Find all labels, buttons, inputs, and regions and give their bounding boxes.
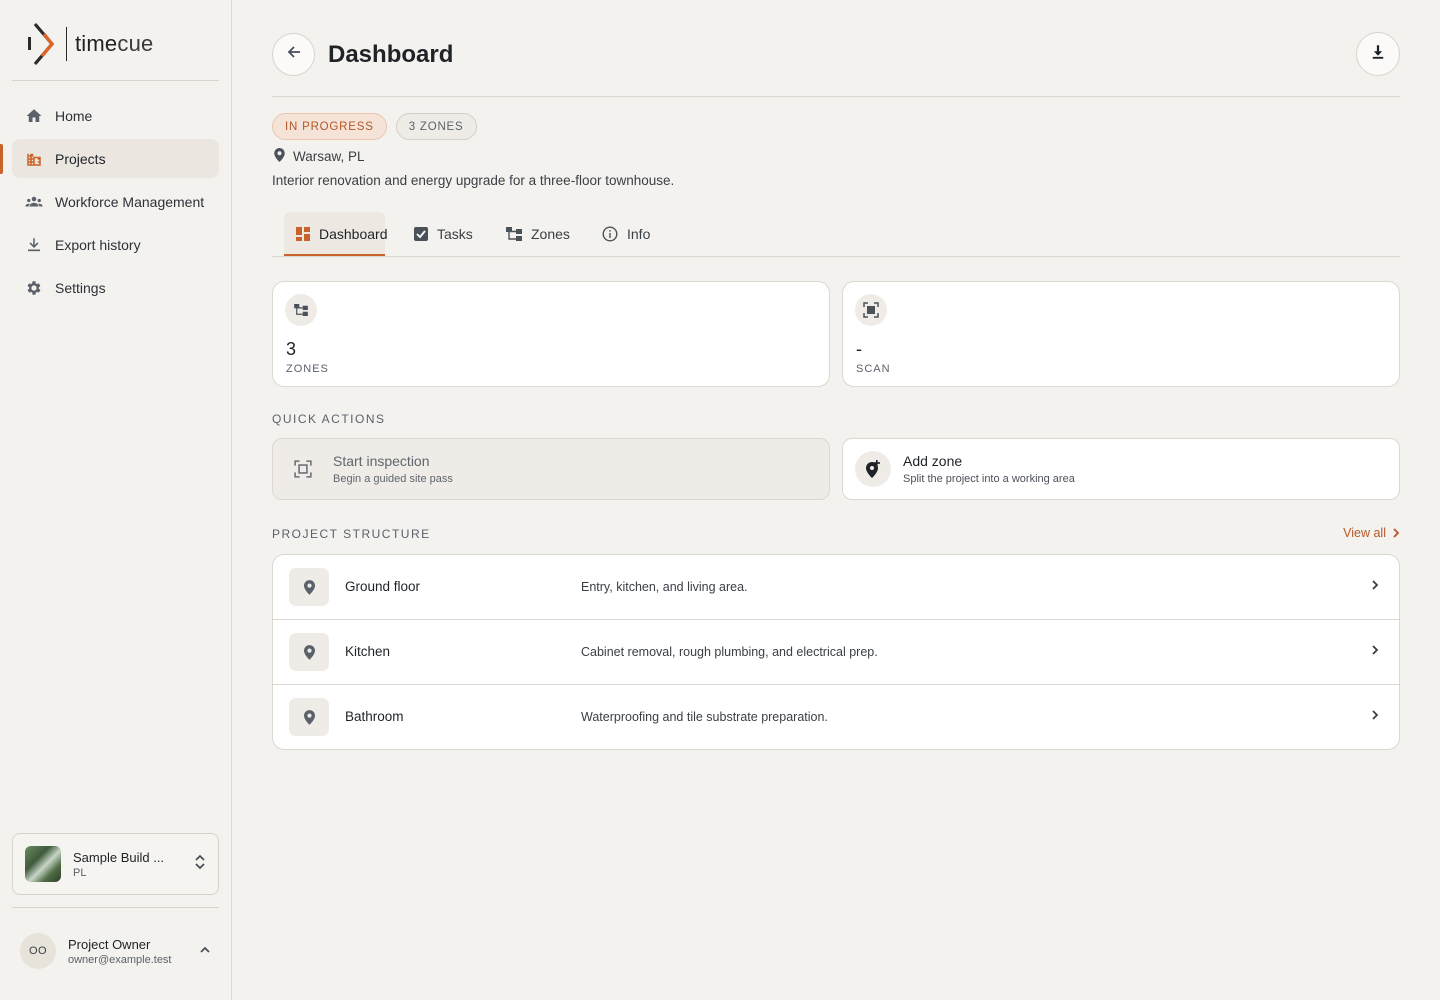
user-menu[interactable]: OO Project Owner owner@example.test — [12, 920, 219, 982]
zones-count-badge: 3 ZONES — [395, 113, 477, 140]
info-icon — [602, 226, 618, 242]
project-location: Warsaw, PL — [274, 148, 365, 165]
logo-divider — [66, 27, 67, 61]
location-text: Warsaw, PL — [293, 149, 365, 164]
tab-zones[interactable]: Zones — [494, 212, 582, 256]
view-all-link[interactable]: View all — [1343, 526, 1400, 540]
home-icon — [24, 106, 44, 126]
page-title: Dashboard — [328, 41, 454, 68]
tab-dashboard[interactable]: Dashboard — [284, 212, 388, 256]
tab-label: Zones — [531, 226, 570, 242]
project-switcher-name: Sample Build ... — [73, 849, 165, 865]
sidebar-item-label: Export history — [55, 236, 141, 253]
tab-info[interactable]: Info — [590, 212, 662, 256]
avatar: OO — [20, 933, 56, 969]
arrow-left-icon — [286, 44, 302, 65]
page-header: Dashboard — [272, 32, 1400, 76]
status-badge: IN PROGRESS — [272, 113, 387, 140]
view-all-label: View all — [1343, 526, 1386, 540]
active-nav-marker — [0, 144, 3, 174]
start-inspection-button[interactable]: Start inspection Begin a guided site pas… — [272, 438, 830, 500]
zone-description: Cabinet removal, rough plumbing, and ele… — [581, 645, 878, 659]
chevron-right-icon — [1371, 579, 1379, 591]
sidebar-divider-bottom — [12, 907, 219, 908]
stat-value: - — [856, 339, 862, 359]
sidebar-divider — [12, 80, 219, 81]
location-pin-icon — [289, 633, 329, 671]
chevron-up-down-icon — [194, 853, 206, 876]
stat-label: ZONES — [286, 363, 329, 375]
buildings-icon — [24, 149, 44, 169]
download-icon — [24, 235, 44, 255]
sidebar-item-settings[interactable]: Settings — [12, 268, 219, 307]
project-switcher[interactable]: Sample Build ... PL — [12, 833, 219, 895]
gear-icon — [24, 278, 44, 298]
zone-name: Ground floor — [345, 579, 421, 594]
app-logo[interactable]: timecue — [26, 22, 153, 66]
zone-name: Bathroom — [345, 709, 404, 724]
chevron-up-icon — [199, 942, 211, 960]
stat-label: SCAN — [856, 363, 891, 375]
stat-card-zones: 3 ZONES — [272, 281, 830, 387]
sidebar-item-label: Workforce Management — [55, 193, 205, 210]
logo-mark-icon — [28, 22, 55, 66]
sidebar: timecue Home Projects Workforce Manageme… — [0, 0, 232, 1000]
zone-row-kitchen[interactable]: Kitchen Cabinet removal, rough plumbing,… — [273, 620, 1399, 685]
tab-label: Info — [627, 226, 651, 242]
sidebar-item-home[interactable]: Home — [12, 96, 219, 135]
zone-description: Waterproofing and tile substrate prepara… — [581, 710, 828, 724]
action-subtitle: Split the project into a working area — [903, 473, 1075, 485]
sidebar-item-projects[interactable]: Projects — [12, 139, 219, 178]
sidebar-item-label: Projects — [55, 150, 106, 167]
project-badges: IN PROGRESS 3 ZONES — [272, 113, 477, 140]
zone-row-bathroom[interactable]: Bathroom Waterproofing and tile substrat… — [273, 685, 1399, 749]
tab-tasks[interactable]: Tasks — [402, 212, 485, 256]
project-thumbnail — [25, 846, 61, 882]
zone-list: Ground floor Entry, kitchen, and living … — [272, 554, 1400, 750]
sidebar-item-label: Settings — [55, 279, 106, 296]
download-button[interactable] — [1356, 32, 1400, 76]
zone-description: Entry, kitchen, and living area. — [581, 580, 748, 594]
add-zone-button[interactable]: Add zone Split the project into a workin… — [842, 438, 1400, 500]
tree-icon — [506, 227, 522, 241]
sidebar-item-label: Home — [55, 107, 93, 124]
stat-card-scan: - SCAN — [842, 281, 1400, 387]
people-icon — [24, 192, 44, 212]
add-location-icon — [855, 451, 891, 487]
zone-row-ground-floor[interactable]: Ground floor Entry, kitchen, and living … — [273, 555, 1399, 620]
user-name: Project Owner — [68, 936, 151, 952]
location-pin-icon — [289, 698, 329, 736]
logo-text: timecue — [75, 31, 154, 56]
download-icon — [1369, 43, 1387, 66]
tab-label: Tasks — [437, 226, 473, 242]
action-title: Add zone — [903, 453, 963, 469]
scan-icon — [855, 294, 887, 326]
location-pin-icon — [289, 568, 329, 606]
sidebar-nav: Home Projects Workforce Management Expor… — [12, 96, 219, 311]
project-description: Interior renovation and energy upgrade f… — [272, 173, 675, 188]
chevron-right-icon — [1392, 527, 1400, 539]
project-tabs: Dashboard Tasks Zones Info — [272, 212, 1400, 257]
stat-value: 3 — [286, 339, 297, 359]
scan-icon — [285, 451, 321, 487]
tree-icon — [285, 294, 317, 326]
chevron-right-icon — [1371, 644, 1379, 656]
sidebar-item-export-history[interactable]: Export history — [12, 225, 219, 264]
sidebar-item-workforce[interactable]: Workforce Management — [12, 182, 219, 221]
action-title: Start inspection — [333, 453, 430, 469]
location-pin-icon — [274, 148, 285, 165]
active-tab-indicator — [284, 254, 385, 256]
grid-icon — [296, 227, 310, 241]
zone-name: Kitchen — [345, 644, 391, 659]
tab-label: Dashboard — [319, 226, 388, 242]
project-structure-heading: PROJECT STRUCTURE — [272, 527, 431, 541]
action-subtitle: Begin a guided site pass — [333, 473, 453, 485]
chevron-right-icon — [1371, 709, 1379, 721]
project-switcher-country: PL — [73, 866, 87, 879]
back-button[interactable] — [272, 33, 315, 76]
header-divider — [272, 96, 1400, 97]
checkbox-icon — [414, 227, 428, 241]
user-email: owner@example.test — [68, 953, 172, 966]
quick-actions-heading: QUICK ACTIONS — [272, 412, 386, 426]
